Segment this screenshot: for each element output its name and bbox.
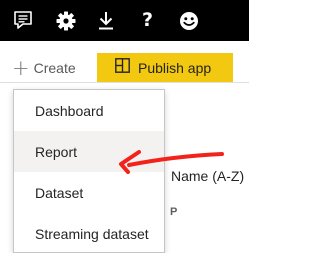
- menu-item-label: Dashboard: [35, 102, 104, 119]
- create-label: Create: [33, 60, 76, 76]
- settings-button[interactable]: [46, 0, 86, 41]
- app-icon: [115, 58, 138, 78]
- publish-app-label: Publish app: [138, 60, 212, 76]
- menu-item-dataset[interactable]: Dataset: [14, 172, 164, 213]
- publish-app-button[interactable]: Publish app: [97, 53, 233, 83]
- feedback-button[interactable]: [0, 0, 46, 41]
- plus-icon: +: [12, 55, 30, 80]
- create-dropdown-menu: Dashboard Report Dataset Streaming datas…: [13, 89, 165, 253]
- feedback-icon: [14, 11, 32, 30]
- toolbar-divider: [0, 82, 249, 83]
- create-button[interactable]: + Create: [12, 57, 76, 79]
- menu-item-streaming-dataset[interactable]: Streaming dataset: [14, 213, 164, 253]
- sort-label[interactable]: Name (A-Z): [171, 168, 244, 184]
- download-button[interactable]: [86, 0, 126, 41]
- action-bar: + Create Publish app: [0, 41, 249, 93]
- help-button[interactable]: ?: [126, 0, 169, 41]
- menu-item-label: Report: [35, 143, 78, 160]
- menu-item-dashboard[interactable]: Dashboard: [14, 90, 164, 131]
- help-icon: ?: [141, 9, 154, 31]
- feedback-smiley-button[interactable]: [169, 0, 209, 41]
- top-toolbar: ?: [0, 0, 249, 41]
- menu-item-label: Streaming dataset: [35, 225, 149, 242]
- menu-item-report[interactable]: Report: [14, 131, 164, 172]
- gear-icon: [56, 11, 76, 31]
- download-icon: [98, 11, 114, 30]
- smiley-icon: [179, 11, 199, 31]
- menu-item-label: Dataset: [35, 184, 84, 201]
- column-header: P: [170, 206, 178, 218]
